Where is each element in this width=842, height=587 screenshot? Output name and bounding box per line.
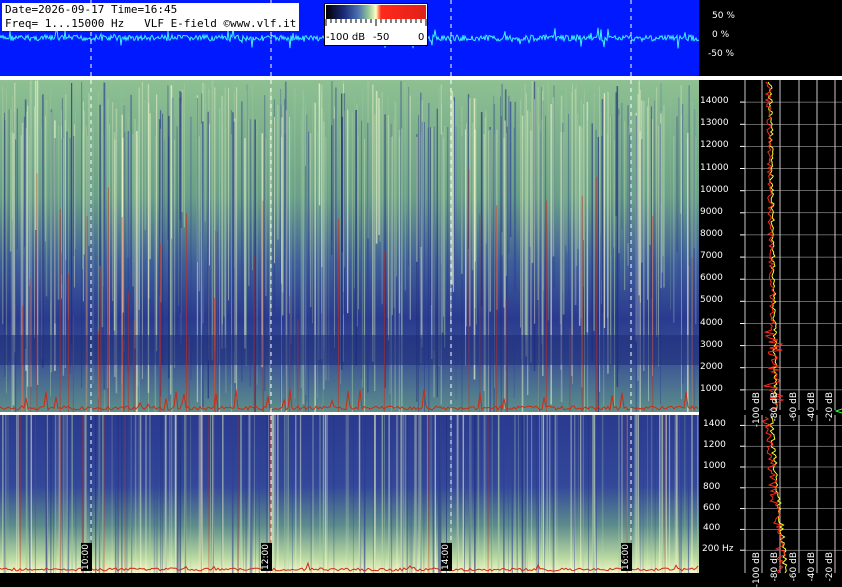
frequency-tick-label: 1000	[700, 383, 723, 394]
waveform-tick-minus50: -50 %	[708, 49, 735, 59]
header-info: Date=2026-09-17 Time=16:45 Freq= 1...150…	[2, 3, 300, 31]
date-time-line: Date=2026-09-17 Time=16:45	[5, 3, 178, 16]
power-tick-label: -100 dB	[752, 552, 762, 587]
color-scale-bar	[325, 5, 427, 26]
frequency-tick-label: 6000	[700, 273, 723, 284]
frequency-tick-label: 11000	[700, 162, 729, 173]
frequency-tick-label: 8000	[700, 228, 723, 239]
waveform-tick-0: 0 %	[712, 30, 730, 40]
frequency-tick-label: 1200	[703, 440, 726, 451]
waveform-separator	[0, 76, 842, 80]
frequency-tick-label: 3000	[700, 339, 723, 350]
time-tick-label: 16:00	[621, 543, 632, 571]
power-tick-label: -100 dB	[752, 392, 762, 428]
power-tick-label: -20 dB	[825, 552, 835, 582]
scale-label-max: 0	[418, 32, 425, 43]
frequency-tick-label: 14000	[700, 96, 729, 107]
frequency-tick-label: 13000	[700, 118, 729, 129]
time-tick-label: 12:00	[261, 543, 272, 571]
scale-label-min: -100 dB	[326, 32, 366, 43]
frequency-tick-label: 2000	[700, 361, 723, 372]
scale-label-mid: -50	[373, 32, 390, 43]
color-scale-legend: -100 dB -50 0	[324, 3, 428, 46]
frequency-tick-label: 5000	[700, 295, 723, 306]
time-tick-label: 10:00	[81, 543, 92, 571]
frequency-tick-label: 4000	[700, 317, 723, 328]
frequency-tick-label: 12000	[700, 140, 729, 151]
time-tick-label: 14:00	[441, 543, 452, 571]
frequency-tick-label: 200 Hz	[702, 544, 734, 555]
power-tick-label: -40 dB	[807, 392, 817, 422]
frequency-tick-label: 7000	[700, 251, 723, 262]
frequency-tick-label: 1000	[703, 461, 726, 471]
power-tick-label: -20 dB	[825, 392, 835, 422]
power-tick-label: -80 dB	[770, 392, 780, 422]
power-tick-label: -60 dB	[789, 552, 799, 582]
power-tick-label: -60 dB	[789, 392, 799, 422]
frequency-tick-label: 600	[703, 502, 721, 513]
waveform-tick-50: 50 %	[712, 11, 735, 21]
frequency-tick-label: 9000	[700, 206, 723, 217]
frequency-tick-label: 400	[703, 523, 721, 534]
vlf-spectrogram-display: Date=2026-09-17 Time=16:45 Freq= 1...150…	[0, 0, 842, 587]
power-tick-label: -80 dB	[770, 552, 780, 582]
frequency-tick-label: 800	[703, 481, 721, 492]
frequency-tick-label: 1400	[703, 419, 726, 430]
power-tick-label: -40 dB	[807, 552, 817, 582]
frequency-info-line: Freq= 1...15000 Hz VLF E-field ©www.vlf.…	[5, 17, 297, 30]
frequency-tick-label: 10000	[700, 184, 729, 195]
